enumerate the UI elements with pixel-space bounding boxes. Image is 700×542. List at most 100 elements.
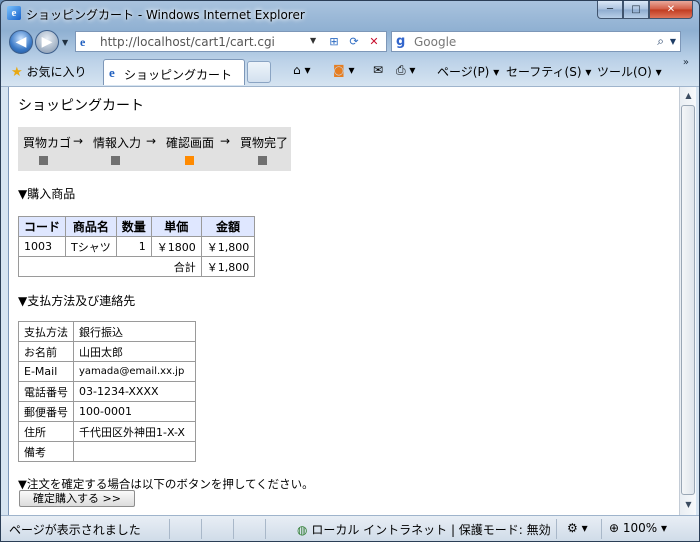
ie-logo-icon: e: [7, 6, 21, 20]
browser-window: e ショッピングカート - Windows Internet Explorer …: [0, 0, 700, 542]
total-label: 合計: [18, 256, 202, 277]
zone-label: ローカル イントラネット | 保護モード: 無効: [311, 523, 551, 537]
page-icon: e: [80, 35, 86, 49]
chevron-right-icon[interactable]: »: [683, 57, 689, 68]
security-zone[interactable]: ◍ ローカル イントラネット | 保護モード: 無効: [297, 521, 551, 538]
step-complete: 買物完了: [240, 136, 289, 150]
status-bar: ページが表示されました ◍ ローカル イントラネット | 保護モード: 無効 ⚙…: [1, 515, 699, 541]
column-header: 単価: [150, 216, 202, 237]
close-button[interactable]: ✕: [649, 1, 693, 19]
step-confirm: 確認画面: [166, 136, 215, 150]
protected-mode-button[interactable]: ⚙ ▾: [567, 521, 588, 535]
page-menu[interactable]: ページ(P) ▾: [437, 63, 499, 80]
table-header-row: コード 商品名 数量 単価 金額: [17, 216, 256, 237]
globe-icon: ◍: [297, 523, 308, 537]
compat-view-icon[interactable]: ⊞: [326, 34, 342, 49]
step-indicator: [111, 156, 120, 165]
magnifier-icon: ⊕: [609, 521, 620, 535]
step-cart: 買物カゴ: [23, 136, 72, 150]
field-value: 銀行振込: [73, 321, 196, 342]
search-box[interactable]: g Google ⌕ ▼: [391, 31, 681, 52]
column-header: 金額: [200, 216, 256, 237]
address-input[interactable]: http://localhost/cart1/cart.cgi: [100, 35, 275, 49]
table-row: 1003 Tシャツ 1 ￥1800 ￥1,800: [17, 236, 256, 257]
tools-menu[interactable]: ツール(O) ▾: [597, 63, 662, 80]
safety-menu-label: セーフティ(S): [506, 65, 582, 79]
title-bar: e ショッピングカート - Windows Internet Explorer …: [1, 1, 699, 25]
home-icon: ⌂: [293, 63, 301, 77]
item-name: Tシャツ: [65, 236, 117, 257]
page-title: ショッピングカート: [18, 98, 144, 114]
field-value: 山田太郎: [73, 341, 196, 362]
confirm-purchase-button[interactable]: 確定購入する >>: [19, 490, 135, 507]
total-row: 合計 ￥1,800: [18, 256, 256, 277]
column-header: 商品名: [65, 216, 117, 237]
address-bar[interactable]: e http://localhost/cart1/cart.cgi ▼ ⊞ ⟳ …: [75, 31, 387, 52]
status-text: ページが表示されました: [9, 523, 141, 537]
field-value: 03-1234-XXXX: [73, 381, 196, 402]
minimize-button[interactable]: ─: [597, 1, 623, 19]
step-arrow: →: [220, 134, 231, 148]
table-row: E-Mail yamada@email.xx.jp: [18, 361, 196, 382]
item-amount: ￥1,800: [200, 236, 256, 257]
zoom-control[interactable]: ⊕ 100% ▾: [609, 521, 667, 535]
print-button[interactable]: ⎙ ▾: [396, 63, 415, 78]
scrollbar-thumb[interactable]: [681, 105, 695, 495]
favorites-label: お気に入り: [26, 65, 87, 79]
search-options-icon[interactable]: ▼: [670, 37, 676, 46]
history-dropdown-icon[interactable]: ▼: [62, 38, 68, 47]
forward-button[interactable]: ▶: [35, 30, 59, 54]
step-indicator: [258, 156, 267, 165]
window-title: ショッピングカート - Windows Internet Explorer: [26, 8, 305, 22]
section-items-heading: ▼購入商品: [18, 187, 76, 201]
mail-button[interactable]: ✉: [373, 63, 383, 77]
search-icon[interactable]: ⌕: [657, 34, 664, 49]
navigation-bar: ◀ ▶ ▼ e http://localhost/cart1/cart.cgi …: [1, 28, 699, 55]
tab-page-icon: e: [109, 65, 115, 80]
table-row: 備考: [18, 441, 196, 462]
column-header: コード: [17, 216, 67, 237]
stop-icon[interactable]: ✕: [366, 34, 382, 49]
zoom-level: 100%: [622, 521, 658, 535]
home-button[interactable]: ⌂ ▾: [293, 63, 310, 77]
divider: [233, 519, 234, 539]
table-row: お名前 山田太郎: [18, 341, 196, 362]
step-arrow: →: [73, 134, 84, 148]
search-input[interactable]: Google: [414, 35, 456, 49]
field-value: 100-0001: [73, 401, 196, 422]
new-tab-button[interactable]: [247, 61, 271, 83]
mail-icon: ✉: [373, 63, 384, 77]
window-controls: ─ □ ✕: [597, 1, 693, 20]
star-icon: ★: [11, 65, 23, 80]
feeds-button[interactable]: ◙ ▾: [333, 63, 355, 77]
page-content: ショッピングカート 買物カゴ → 情報入力 → 確認画面 → 買物完了 ▼購入商…: [8, 87, 679, 515]
vertical-scrollbar[interactable]: ▲ ▼: [679, 87, 696, 515]
field-value: yamada@email.xx.jp: [73, 361, 196, 382]
maximize-button[interactable]: □: [623, 1, 649, 19]
step-arrow: →: [146, 134, 157, 148]
divider: [556, 519, 557, 539]
tab-active[interactable]: e ショッピングカート: [103, 59, 245, 85]
field-label: 電話番号: [18, 381, 74, 402]
refresh-icon[interactable]: ⟳: [346, 34, 362, 49]
safety-menu[interactable]: セーフティ(S) ▾: [506, 63, 591, 80]
item-unit-price: ￥1800: [150, 236, 202, 257]
scroll-down-icon[interactable]: ▼: [681, 497, 696, 513]
item-code: 1003: [17, 236, 67, 257]
tab-label: ショッピングカート: [124, 68, 233, 82]
column-header: 数量: [115, 216, 152, 237]
field-label: 郵便番号: [18, 401, 74, 422]
field-value: 千代田区外神田1-X-X: [73, 421, 196, 442]
table-row: 支払方法 銀行振込: [18, 321, 196, 342]
table-row: 住所 千代田区外神田1-X-X: [18, 421, 196, 442]
back-button[interactable]: ◀: [9, 30, 33, 54]
checkout-steps: 買物カゴ → 情報入力 → 確認画面 → 買物完了: [18, 127, 291, 171]
page-menu-label: ページ(P): [437, 65, 490, 79]
favorites-button[interactable]: ★ お気に入り: [11, 63, 87, 80]
address-dropdown-icon[interactable]: ▼: [310, 36, 316, 45]
field-label: 住所: [18, 421, 74, 442]
scroll-up-icon[interactable]: ▲: [681, 88, 696, 104]
rss-icon: ◙: [333, 63, 345, 77]
step-indicator: [39, 156, 48, 165]
field-label: E-Mail: [18, 361, 74, 382]
